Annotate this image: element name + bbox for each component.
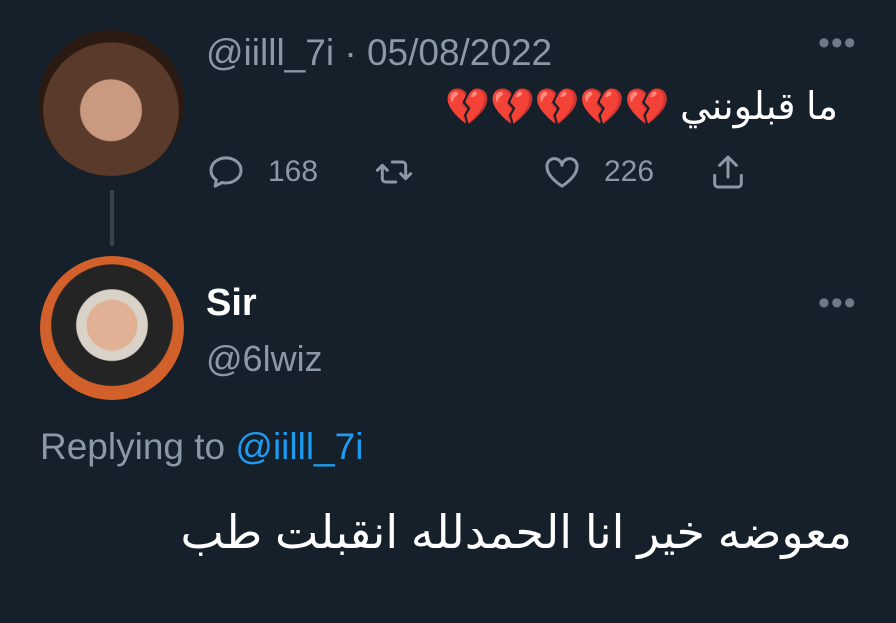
avatar[interactable] bbox=[40, 256, 184, 400]
author-handle[interactable]: @iilll_7i bbox=[206, 32, 334, 73]
share-button[interactable] bbox=[708, 152, 748, 192]
tweet-text: ما قبلونني 💔💔💔💔💔 bbox=[445, 84, 838, 129]
tweet-meta: @iilll_7i · 05/08/2022 bbox=[206, 32, 552, 74]
tweet-text: معوضه خير انا الحمدلله انقبلت طب bbox=[180, 506, 852, 558]
reply-count: 168 bbox=[268, 155, 319, 188]
like-count: 226 bbox=[604, 155, 655, 188]
retweet-icon bbox=[375, 160, 413, 184]
share-icon bbox=[713, 155, 743, 189]
reply-button[interactable]: 168 bbox=[206, 152, 318, 192]
tweet-text-words: ما قبلونني bbox=[679, 86, 838, 128]
more-icon[interactable]: ••• bbox=[818, 26, 857, 60]
reply-icon bbox=[209, 156, 243, 188]
author-name[interactable]: Sir bbox=[206, 282, 257, 325]
thread-connector-line bbox=[110, 190, 114, 246]
broken-heart-emojis: 💔💔💔💔💔 bbox=[445, 86, 670, 127]
heart-icon bbox=[545, 157, 579, 188]
more-icon[interactable]: ••• bbox=[818, 286, 857, 320]
replying-to: Replying to @iilll_7i bbox=[40, 426, 363, 468]
retweet-button[interactable] bbox=[374, 152, 414, 192]
avatar[interactable] bbox=[38, 30, 184, 176]
replying-to-label: Replying to bbox=[40, 426, 226, 467]
tweet-actions: 168 226 bbox=[206, 152, 766, 202]
tweet-date[interactable]: 05/08/2022 bbox=[367, 32, 552, 73]
meta-separator: · bbox=[344, 32, 357, 73]
author-handle[interactable]: @6lwiz bbox=[206, 338, 323, 380]
replying-to-link[interactable]: @iilll_7i bbox=[235, 426, 363, 467]
like-button[interactable]: 226 bbox=[542, 152, 654, 192]
